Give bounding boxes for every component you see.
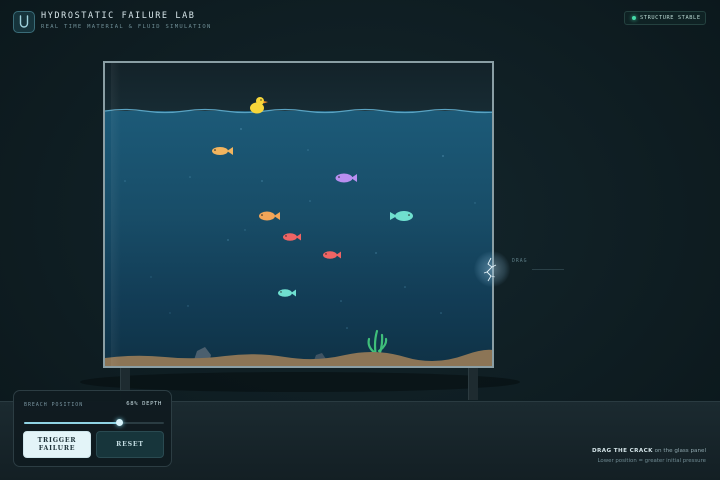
u-logo-icon — [13, 11, 35, 33]
tank-shadow — [80, 372, 520, 392]
reset-button[interactable]: RESET — [96, 431, 164, 458]
hint-line-2: Lower position = greater initial pressur… — [597, 458, 706, 464]
app-title: HYDROSTATIC FAILURE LAB — [41, 11, 196, 21]
tank-scene — [105, 97, 492, 366]
status-text: STRUCTURE STABLE — [640, 15, 701, 21]
status-badge: STRUCTURE STABLE — [624, 11, 706, 25]
trigger-failure-button[interactable]: TRIGGER FAILURE — [23, 431, 91, 458]
hint-line-1: DRAG THE CRACK on the glass panel — [592, 448, 706, 454]
fish — [278, 289, 296, 297]
trigger-label-line2: FAILURE — [38, 444, 76, 452]
app-stage: HYDROSTATIC FAILURE LAB REAL TIME MATERI… — [0, 0, 720, 480]
trigger-failure-label: TRIGGER FAILURE — [38, 437, 77, 452]
app-subtitle: REAL TIME MATERIAL & FLUID SIMULATION — [41, 24, 212, 30]
crack-icon — [483, 257, 497, 282]
particles — [124, 128, 476, 329]
breach-depth-value: 68% DEPTH — [126, 401, 162, 407]
glass-shine — [111, 63, 121, 366]
fish — [283, 233, 301, 241]
fish — [390, 211, 413, 221]
fish — [335, 173, 357, 183]
fish — [323, 251, 341, 259]
crack-handle[interactable] — [474, 251, 510, 287]
fish — [212, 147, 233, 155]
tank-leg-right — [468, 366, 478, 400]
fish — [259, 211, 280, 221]
breach-position-slider[interactable] — [24, 419, 164, 427]
hint-rest: on the glass panel — [652, 448, 706, 454]
status-dot-icon — [632, 16, 636, 20]
water-surface — [105, 108, 492, 114]
aquarium-tank — [103, 61, 494, 368]
trigger-label-line1: TRIGGER — [37, 437, 77, 444]
drag-label: DRAG — [512, 259, 528, 264]
control-panel: BREACH POSITION 68% DEPTH TRIGGER FAILUR… — [13, 390, 172, 467]
breach-position-label: BREACH POSITION — [24, 402, 84, 408]
slider-fill — [24, 422, 120, 424]
hint-bold: DRAG THE CRACK — [591, 448, 653, 454]
drag-guide-line — [532, 269, 564, 270]
sand-bed — [105, 349, 492, 366]
slider-thumb[interactable] — [115, 419, 123, 426]
